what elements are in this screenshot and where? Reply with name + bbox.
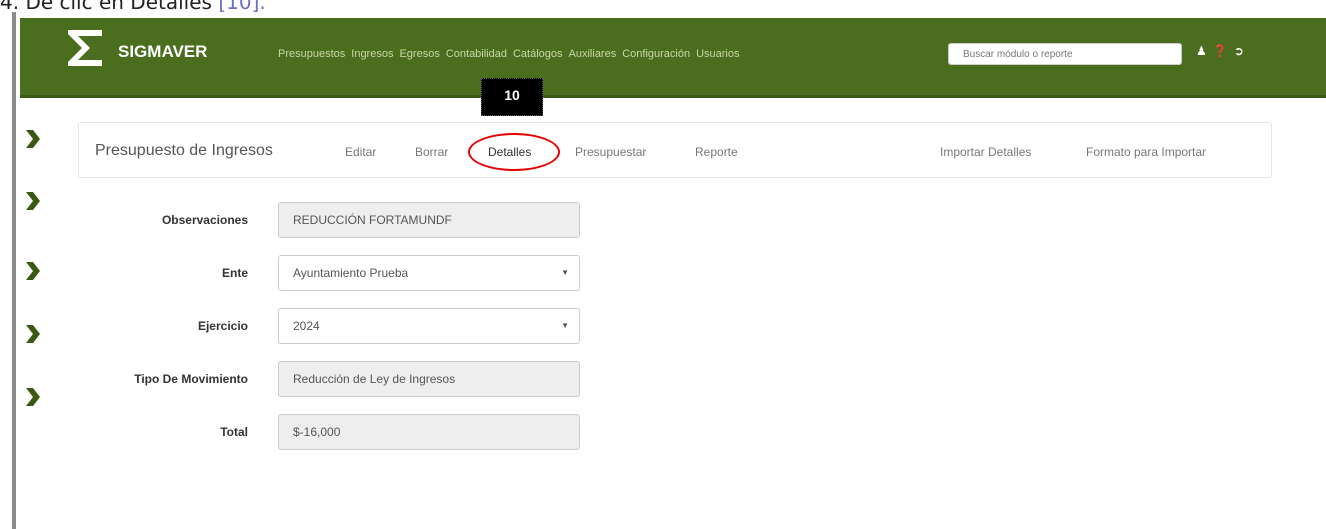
budget-button[interactable]: Presupuestar	[575, 145, 646, 159]
record-toolbar: Presupuesto de Ingresos Editar Borrar De…	[78, 122, 1272, 178]
app-name: SIGMAVER	[118, 42, 208, 61]
sigma-logo-icon	[68, 30, 102, 66]
logout-icon[interactable]: ➲	[1234, 44, 1244, 58]
chevron-right-icon	[26, 388, 40, 406]
dropdown-caret-icon: ▼	[561, 321, 569, 330]
step-number-badge: 10	[481, 78, 543, 116]
observaciones-label: Observaciones	[161, 213, 248, 227]
ejercicio-label: Ejercicio	[197, 319, 248, 333]
total-field[interactable]: $-16,000	[278, 414, 580, 450]
tipo-movimiento-label: Tipo De Movimiento	[134, 372, 248, 386]
ente-label: Ente	[221, 266, 248, 280]
help-icon[interactable]: ❓	[1213, 44, 1228, 58]
ente-value: Ayuntamiento Prueba	[293, 266, 409, 280]
ejercicio-select[interactable]: 2024 ▼	[278, 308, 580, 344]
ejercicio-value: 2024	[293, 319, 320, 333]
top-navbar: SIGMAVER Presupuestos Ingresos Egresos C…	[20, 18, 1326, 98]
edit-button[interactable]: Editar	[345, 145, 376, 159]
ente-select[interactable]: Ayuntamiento Prueba ▼	[278, 255, 580, 291]
chevron-right-icon	[26, 192, 40, 210]
menu-item-egresos[interactable]: Egresos	[399, 48, 439, 60]
menu-item-catalogos[interactable]: Catálogos	[513, 48, 563, 60]
menu-item-presupuestos[interactable]: Presupuestos	[278, 48, 345, 60]
user-icon[interactable]: ♟	[1196, 44, 1207, 58]
search-input[interactable]	[948, 43, 1182, 65]
delete-button[interactable]: Borrar	[415, 145, 448, 159]
menu-item-configuracion[interactable]: Configuración	[622, 48, 690, 60]
menu-item-ingresos[interactable]: Ingresos	[351, 48, 393, 60]
menu-item-contabilidad[interactable]: Contabilidad	[446, 48, 507, 60]
total-label: Total	[220, 425, 248, 439]
dropdown-caret-icon: ▼	[561, 268, 569, 277]
menu-item-usuarios[interactable]: Usuarios	[696, 48, 739, 60]
import-details-button[interactable]: Importar Detalles	[940, 145, 1031, 159]
tipo-movimiento-field[interactable]: Reducción de Ley de Ingresos	[278, 361, 580, 397]
nav-icon-group: ♟ ❓ ➲	[1196, 44, 1244, 58]
chevron-right-icon	[26, 130, 40, 148]
page-title: Presupuesto de Ingresos	[95, 142, 273, 159]
observaciones-field[interactable]: REDUCCIÓN FORTAMUNDF	[278, 202, 580, 238]
app-logo[interactable]: SIGMAVER	[64, 26, 207, 70]
main-menu: Presupuestos Ingresos Egresos Contabilid…	[278, 48, 740, 60]
import-format-button[interactable]: Formato para Importar	[1086, 145, 1206, 159]
report-button[interactable]: Reporte	[695, 145, 738, 159]
menu-item-auxiliares[interactable]: Auxiliares	[569, 48, 617, 60]
details-button[interactable]: Detalles	[488, 145, 531, 159]
app-window: SIGMAVER Presupuestos Ingresos Egresos C…	[12, 12, 1326, 529]
